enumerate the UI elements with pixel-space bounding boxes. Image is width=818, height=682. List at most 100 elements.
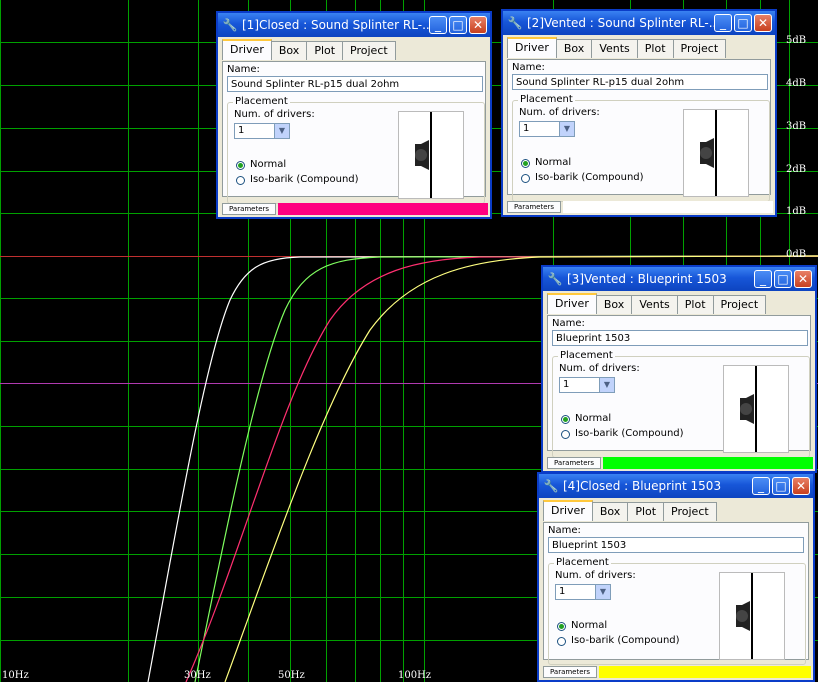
num-drivers-select[interactable]: 1 ▼ [559,377,615,393]
radio-isobarik[interactable] [521,174,530,183]
radio-isobarik-label: Iso-barik (Compound) [535,172,644,183]
num-drivers-label: Num. of drivers: [555,570,636,581]
parameters-tab[interactable]: Parameters [507,201,562,213]
radio-normal[interactable] [521,159,530,168]
tab-vents[interactable]: Vents [591,39,638,58]
radio-normal[interactable] [236,161,245,170]
tab-driver[interactable]: Driver [507,37,557,58]
radio-isobarik[interactable] [557,637,566,646]
db-label-0: 0dB [786,249,807,260]
name-label: Name: [548,525,581,536]
name-label: Name: [512,62,545,73]
maximize-button[interactable]: □ [449,16,467,34]
radio-isobarik[interactable] [236,176,245,185]
tab-driver[interactable]: Driver [547,293,597,314]
tab-strip: Driver Box Plot Project [222,39,396,60]
name-input[interactable]: Sound Splinter RL-p15 dual 2ohm [227,76,483,92]
num-drivers-value: 1 [238,125,245,136]
tab-box[interactable]: Box [270,41,308,60]
placement-group: Placement Num. of drivers: 1 ▼ Normal Iso… [227,96,485,204]
maximize-button[interactable]: □ [772,477,790,495]
title-bar[interactable]: 🔧 [3]Vented : Blueprint 1503 _ □ ✕ [543,267,815,291]
maximize-button[interactable]: □ [774,270,792,288]
tab-project[interactable]: Project [342,41,396,60]
minimize-button[interactable]: _ [752,477,770,495]
num-drivers-select[interactable]: 1 ▼ [234,123,290,139]
title-bar[interactable]: 🔧 [1]Closed : Sound Splinter RL-... _ □ … [218,13,490,37]
status-bar: Parameters [543,666,811,678]
tab-box[interactable]: Box [555,39,593,58]
title-bar[interactable]: 🔧 [4]Closed : Blueprint 1503 _ □ ✕ [539,474,813,498]
radio-normal[interactable] [561,415,570,424]
speaker-placement-image [719,572,785,660]
window-2[interactable]: 🔧 [2]Vented : Sound Splinter RL-... _ □ … [501,9,777,217]
close-button[interactable]: ✕ [794,270,812,288]
close-button[interactable]: ✕ [754,14,772,32]
tab-plot[interactable]: Plot [636,39,674,58]
parameters-tab[interactable]: Parameters [543,666,598,678]
status-bar: Parameters [222,203,488,215]
num-drivers-value: 1 [563,379,570,390]
window-title: [2]Vented : Sound Splinter RL-... [527,16,714,30]
curve-color-swatch [563,201,773,213]
window-4[interactable]: 🔧 [4]Closed : Blueprint 1503 _ □ ✕ Drive… [537,472,815,682]
chevron-down-icon[interactable]: ▼ [274,124,289,138]
status-bar: Parameters [507,201,773,213]
driver-panel: Name: Sound Splinter RL-p15 dual 2ohm Pl… [222,61,486,204]
radio-isobarik-label: Iso-barik (Compound) [250,174,359,185]
close-button[interactable]: ✕ [469,16,487,34]
tab-plot[interactable]: Plot [627,502,665,521]
placement-title: Placement [558,350,615,361]
placement-title: Placement [518,94,575,105]
num-drivers-select[interactable]: 1 ▼ [519,121,575,137]
radio-isobarik-label: Iso-barik (Compound) [575,428,684,439]
num-drivers-value: 1 [523,123,530,134]
minimize-button[interactable]: _ [754,270,772,288]
radio-normal-label: Normal [250,159,287,170]
chevron-down-icon[interactable]: ▼ [599,378,614,392]
num-drivers-select[interactable]: 1 ▼ [555,584,611,600]
num-drivers-label: Num. of drivers: [559,363,640,374]
tab-box[interactable]: Box [591,502,629,521]
hz-label-100: 100Hz [398,670,432,681]
db-label-3: 3dB [786,121,807,132]
window-1[interactable]: 🔧 [1]Closed : Sound Splinter RL-... _ □ … [216,11,492,219]
db-label-1: 1dB [786,206,807,217]
radio-normal[interactable] [557,622,566,631]
name-input[interactable]: Blueprint 1503 [552,330,808,346]
radio-isobarik[interactable] [561,430,570,439]
radio-isobarik-label: Iso-barik (Compound) [571,635,680,646]
minimize-button[interactable]: _ [429,16,447,34]
curve-color-swatch [603,457,813,469]
tab-box[interactable]: Box [595,295,633,314]
curve-color-swatch [599,666,811,678]
tab-project[interactable]: Project [712,295,767,314]
maximize-button[interactable]: □ [734,14,752,32]
radio-normal-label: Normal [535,157,572,168]
hz-label-50: 50Hz [278,670,305,681]
tab-project[interactable]: Project [672,39,727,58]
tab-strip: Driver Box Plot Project [543,500,717,521]
db-label-2: 2dB [786,164,807,175]
tab-plot[interactable]: Plot [306,41,344,60]
name-input[interactable]: Blueprint 1503 [548,537,804,553]
tab-project[interactable]: Project [663,502,717,521]
window-title: [1]Closed : Sound Splinter RL-... [242,18,429,32]
window-3[interactable]: 🔧 [3]Vented : Blueprint 1503 _ □ ✕ Drive… [541,265,817,473]
chevron-down-icon[interactable]: ▼ [595,585,610,599]
radio-normal-label: Normal [575,413,612,424]
title-bar[interactable]: 🔧 [2]Vented : Sound Splinter RL-... _ □ … [503,11,775,35]
driver-panel: Name: Blueprint 1503 Placement Num. of d… [543,522,809,665]
num-drivers-value: 1 [559,586,566,597]
parameters-tab[interactable]: Parameters [547,457,602,469]
close-button[interactable]: ✕ [792,477,810,495]
chevron-down-icon[interactable]: ▼ [559,122,574,136]
tab-driver[interactable]: Driver [222,39,272,60]
tab-driver[interactable]: Driver [543,500,593,521]
hz-label-10: 10Hz [2,670,29,681]
minimize-button[interactable]: _ [714,14,732,32]
tab-vents[interactable]: Vents [631,295,678,314]
name-input[interactable]: Sound Splinter RL-p15 dual 2ohm [512,74,768,90]
parameters-tab[interactable]: Parameters [222,203,277,215]
tab-plot[interactable]: Plot [676,295,714,314]
